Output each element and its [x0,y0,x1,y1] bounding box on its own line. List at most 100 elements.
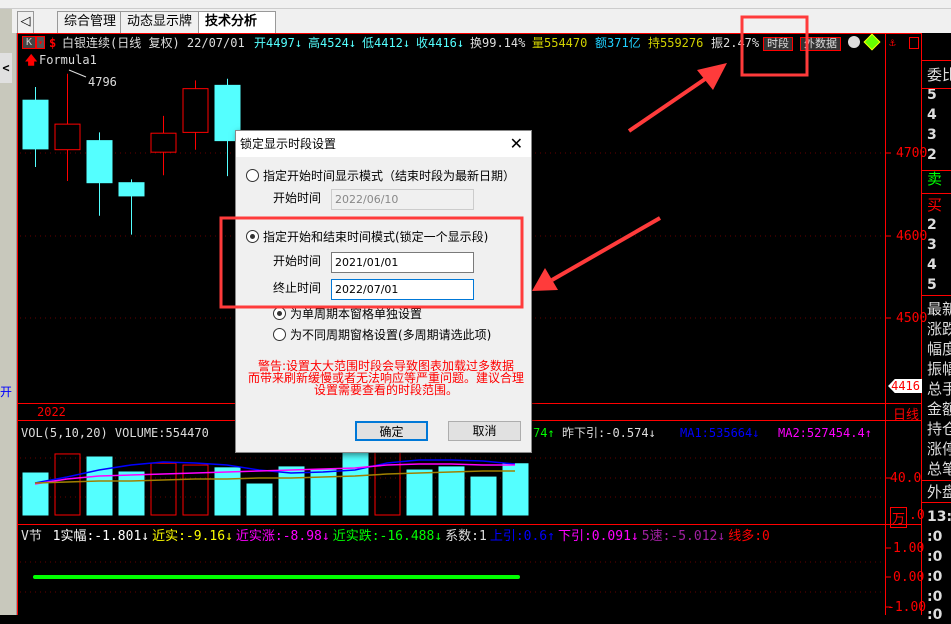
panel-divider [921,60,951,61]
panel-toggle-icon[interactable] [909,37,919,49]
indicator-tick: 1.00 [893,541,925,556]
quote-panel-label: 买 [927,196,943,214]
warning-text: 警告:设置太大范围时段会导致图表加载过多数据 而带来刷新缓慢或者无法响应等严重问… [246,360,526,396]
panel-divider [921,193,951,194]
volume-bar [342,451,369,516]
candle-body [86,140,113,184]
volume: 量554470 [532,36,588,50]
mode1-radio[interactable] [246,169,259,182]
indicator-header: V节 1实幅:-1.801↓ 近实:-9.16↓ 近实涨:-8.98↓ 近实跌:-16… [21,530,770,544]
candle-body [54,123,81,151]
mode2-start-label: 开始时间 [273,254,322,268]
formula-arrow-icon[interactable]: 🡅 [25,53,37,67]
open-price: 开4497↓ [254,36,303,50]
indicator-value: 下引:0.091↓ [557,529,639,544]
close-icon[interactable]: ✕ [510,133,523,155]
quote-panel-label: 持仓 [927,420,951,438]
volume-bar [438,466,465,516]
quote-panel-label: 5 [927,277,937,293]
candle-body [118,182,145,197]
prev-low: 昨下引:-0.574↓ [562,426,656,440]
quote-panel-label: 涨跌 [927,320,951,338]
settings-gear-icon[interactable] [848,36,860,48]
candle-body [182,88,209,133]
mode2-label[interactable]: 指定开始和结束时间模式(锁定一个显示段) [263,230,488,244]
quote-panel-label: :0 [927,529,943,545]
scope1-label[interactable]: 为单周期本窗格单独设置 [290,307,422,321]
dialog-title-bar: 锁定显示时段设置 ✕ [236,131,531,157]
period-lock-dialog: 锁定显示时段设置 ✕ 指定开始时间显示模式（结束时段为最新日期） 开始时间 指定… [235,130,532,453]
volume-bar [406,469,433,516]
formula-label[interactable]: Formula1 [39,53,97,67]
amount: 额371亿 [595,36,641,50]
candle-body [150,132,177,153]
scope1-radio[interactable] [273,307,286,320]
quote-panel-label: :0 [927,607,943,623]
volume-bar [214,467,241,516]
volume-ma2: MA2:527454.4↑ [778,426,872,440]
quote-panel-label: 外盘 [927,483,951,501]
panel-divider [921,170,951,171]
indicator-value: 上引:0.6↑ [489,529,555,544]
candle-body [22,99,49,150]
amplitude: 振2.47% [711,36,760,50]
quote-panel-label: :0 [927,569,943,585]
cancel-button[interactable]: 取消 [448,421,521,441]
volume-partial: 74↑ [533,426,555,440]
period-button[interactable]: K [22,36,36,49]
volume-bar [22,472,49,516]
quote-panel-label: 13:3 [927,509,951,525]
panel-divider [921,295,951,296]
indicator-value: 线多:0 [728,529,770,544]
quote-panel-label: 总手 [927,380,951,398]
indicator-value: 系数:1 [445,529,487,544]
volume-bar [118,471,145,516]
quote-panel-label: 金额 [927,400,951,418]
warning-line: 设置需要查看的时段范围。 [313,383,458,397]
quote-panel-label: 3 [927,237,937,253]
volume-bar [150,462,177,516]
mode2-end-label: 终止时间 [273,281,322,295]
current-price-tag: 4416 [888,379,922,393]
open-interest: 持559276 [648,36,704,50]
mode2-start-input[interactable] [331,252,474,273]
date-label: 2022 [37,405,66,419]
quote-panel-label: 2 [927,217,937,233]
external-data-button[interactable]: 外数据 [800,37,841,51]
quote-panel-label: 幅度 [927,340,951,358]
indicator-tick: -1.00 [887,600,927,615]
volume-bar [246,483,273,516]
mode1-label[interactable]: 指定开始时间显示模式（结束时段为最新日期） [263,169,515,183]
period-label: 日线 [893,408,920,423]
indicator-name: V节 [21,529,42,544]
quote-panel-label: 委比 [927,66,951,84]
period-dropdown-icon[interactable]: ▾ [36,36,45,49]
volume-ma1: MA1:535664↓ [680,426,760,440]
price-tick: 4600 [896,229,928,244]
quote-panel-label: 最新 [927,300,951,318]
mode2-end-input[interactable] [331,279,474,300]
scope2-label[interactable]: 为不同周期窗格设置(多周期请选此项) [290,328,491,342]
max-price-label: 4796 [88,75,117,89]
volume-tick: 40.0 [890,471,922,486]
indicator-value: 近实跌:-16.488↓ [332,529,443,544]
symbol-title: 白银连续(日线 复权) 22/07/01 [62,36,245,50]
high-price: 高4524↓ [308,36,357,50]
indicator-tick: 0.00 [893,570,925,585]
indicator-value: 近实:-9.16↓ [152,529,233,544]
mode1-start-input[interactable] [331,189,474,210]
quote-panel-label: 3 [927,127,937,143]
scope2-radio[interactable] [273,328,286,341]
max-marker-line [68,69,87,78]
alarm-icon[interactable]: ⚓ [889,36,896,49]
volume-unit: 万 [890,507,908,528]
quote-panel-label: 2 [927,147,937,163]
period-lock-button[interactable]: 时段 [763,37,793,51]
quote-panel-label: :0 [927,549,943,565]
turnover: 换99.14% [470,36,526,50]
indicator-value: 近实涨:-8.98↓ [235,529,330,544]
volume-bar [86,456,113,516]
ok-button[interactable]: 确定 [355,421,428,441]
mode2-radio[interactable] [246,230,259,243]
quote-panel-label: 卖 [927,170,943,188]
